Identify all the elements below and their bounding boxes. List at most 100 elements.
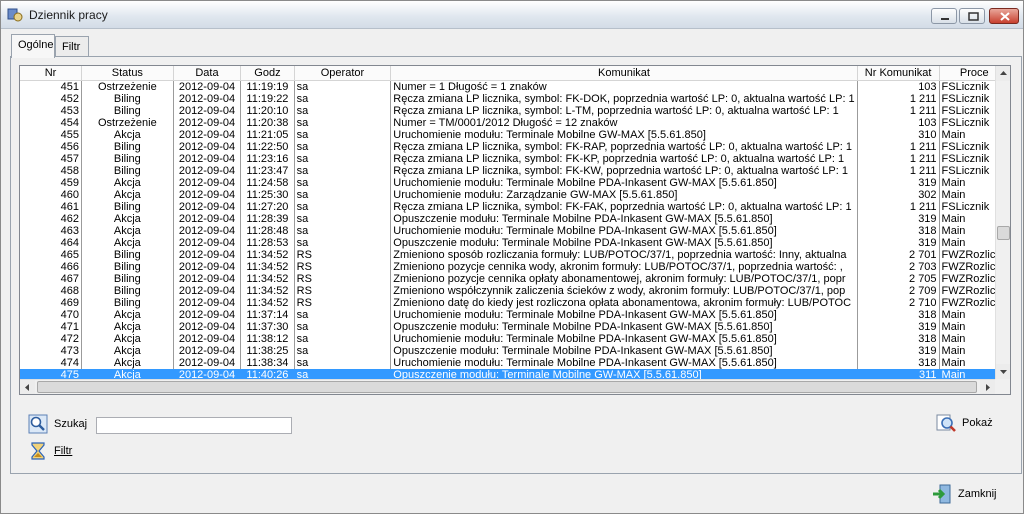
- cell-nr: 451: [20, 80, 82, 93]
- cell-data: 2012-09-04: [173, 224, 242, 237]
- col-nr[interactable]: Nr: [20, 66, 82, 81]
- col-operator[interactable]: Operator: [294, 66, 392, 81]
- vertical-scroll-thumb[interactable]: [997, 226, 1010, 240]
- cell-status: Akcja: [81, 344, 174, 357]
- cell-data: 2012-09-04: [173, 308, 242, 321]
- table-row[interactable]: 466 Biling 2012-09-04 11:34:52 RS Zmieniono p…: [20, 260, 1010, 273]
- show-label: Pokaż: [962, 417, 993, 429]
- cell-godz: 11:34:52: [240, 284, 295, 297]
- tab-filtr-label: Filtr: [62, 41, 81, 53]
- cell-godz: 11:20:10: [240, 104, 295, 117]
- close-window-button[interactable]: [989, 8, 1019, 24]
- search-label: Szukaj: [54, 418, 88, 430]
- col-status[interactable]: Status: [81, 66, 174, 81]
- cell-nr-komunikat: 2 710: [857, 296, 940, 309]
- close-label: Zamknij: [958, 488, 997, 500]
- table-row[interactable]: 470 Akcja 2012-09-04 11:37:14 sa Uruchomienie…: [20, 308, 1010, 321]
- cell-nr-komunikat: 318: [857, 308, 940, 321]
- cell-operator: RS: [294, 248, 392, 261]
- cell-operator: sa: [294, 92, 392, 105]
- table-row[interactable]: 461 Biling 2012-09-04 11:27:20 sa Ręcza zmian…: [20, 200, 1010, 213]
- table-row[interactable]: 455 Akcja 2012-09-04 11:21:05 sa Uruchomienie…: [20, 128, 1010, 141]
- cell-data: 2012-09-04: [173, 116, 242, 129]
- cell-godz: 11:19:19: [240, 80, 295, 93]
- cell-data: 2012-09-04: [173, 104, 242, 117]
- horizontal-scroll-thumb[interactable]: [37, 381, 977, 393]
- cell-godz: 11:28:48: [240, 224, 295, 237]
- filter-button[interactable]: Filtr: [28, 441, 72, 461]
- cell-operator: RS: [294, 284, 392, 297]
- col-komunikat[interactable]: Komunikat: [390, 66, 858, 81]
- scroll-right-button[interactable]: [980, 380, 995, 394]
- cell-data: 2012-09-04: [173, 128, 242, 141]
- cell-nr-komunikat: 319: [857, 344, 940, 357]
- scroll-left-button[interactable]: [20, 380, 35, 394]
- cell-status: Biling: [81, 164, 174, 177]
- table-row[interactable]: 471 Akcja 2012-09-04 11:37:30 sa Opuszczenie …: [20, 320, 1010, 333]
- table-row[interactable]: 473 Akcja 2012-09-04 11:38:25 sa Opuszczenie …: [20, 344, 1010, 357]
- cell-operator: sa: [294, 80, 392, 93]
- cell-data: 2012-09-04: [173, 296, 242, 309]
- scroll-down-button[interactable]: [996, 364, 1010, 379]
- table-row[interactable]: 459 Akcja 2012-09-04 11:24:58 sa Uruchomienie…: [20, 176, 1010, 189]
- cell-komunikat: Opuszczenie modułu: Terminale Mobilne PD…: [390, 236, 858, 249]
- search-button[interactable]: Szukaj: [28, 414, 87, 434]
- cell-godz: 11:37:14: [240, 308, 295, 321]
- table-row[interactable]: 462 Akcja 2012-09-04 11:28:39 sa Opuszczenie …: [20, 212, 1010, 225]
- table-row[interactable]: 465 Biling 2012-09-04 11:34:52 RS Zmieniono s…: [20, 248, 1010, 261]
- cell-komunikat: Opuszczenie modułu: Terminale Mobilne PD…: [390, 212, 858, 225]
- cell-data: 2012-09-04: [173, 356, 242, 369]
- show-button[interactable]: Pokaż: [935, 412, 993, 434]
- minimize-button[interactable]: [931, 8, 957, 24]
- cell-komunikat: Numer = 1 Długość = 1 znaków: [390, 80, 858, 93]
- table-row[interactable]: 454 Ostrzeżenie 2012-09-04 11:20:38 sa Numer …: [20, 116, 1010, 129]
- cell-operator: sa: [294, 332, 392, 345]
- log-grid[interactable]: Nr Status Data Godz Operator Komunikat N…: [19, 65, 1011, 395]
- cell-status: Akcja: [81, 188, 174, 201]
- title-bar[interactable]: Dziennik pracy: [1, 1, 1023, 29]
- close-button[interactable]: Zamknij: [931, 483, 997, 505]
- col-data[interactable]: Data: [173, 66, 242, 81]
- table-row[interactable]: 474 Akcja 2012-09-04 11:38:34 sa Uruchomienie…: [20, 356, 1010, 369]
- cell-nr-komunikat: 310: [857, 128, 940, 141]
- table-row[interactable]: 472 Akcja 2012-09-04 11:38:12 sa Uruchomienie…: [20, 332, 1010, 345]
- table-row[interactable]: 456 Biling 2012-09-04 11:22:50 sa Ręcza zmian…: [20, 140, 1010, 153]
- cell-data: 2012-09-04: [173, 284, 242, 297]
- table-row[interactable]: 460 Akcja 2012-09-04 11:25:30 sa Uruchomienie…: [20, 188, 1010, 201]
- cell-godz: 11:19:22: [240, 92, 295, 105]
- arrow-up-icon: [1000, 71, 1007, 75]
- table-row[interactable]: 464 Akcja 2012-09-04 11:28:53 sa Opuszczenie …: [20, 236, 1010, 249]
- cell-status: Biling: [81, 260, 174, 273]
- col-nr-komunikat[interactable]: Nr Komunikat: [857, 66, 940, 81]
- table-row[interactable]: 452 Biling 2012-09-04 11:19:22 sa Ręcza zmian…: [20, 92, 1010, 105]
- cell-godz: 11:27:20: [240, 200, 295, 213]
- table-row[interactable]: 468 Biling 2012-09-04 11:34:52 RS Zmieniono w…: [20, 284, 1010, 297]
- table-row[interactable]: 463 Akcja 2012-09-04 11:28:48 sa Uruchomienie…: [20, 224, 1010, 237]
- cell-nr-komunikat: 2 709: [857, 284, 940, 297]
- cell-status: Ostrzeżenie: [81, 80, 174, 93]
- hourglass-icon: [31, 442, 45, 460]
- table-row[interactable]: 458 Biling 2012-09-04 11:23:47 sa Ręcza zmian…: [20, 164, 1010, 177]
- cell-komunikat: Opuszczenie modułu: Terminale Mobilne PD…: [390, 320, 858, 333]
- col-godz[interactable]: Godz: [240, 66, 295, 81]
- cell-nr-komunikat: 1 211: [857, 164, 940, 177]
- search-input[interactable]: [96, 417, 292, 434]
- cell-status: Ostrzeżenie: [81, 116, 174, 129]
- scroll-up-button[interactable]: [996, 66, 1010, 81]
- horizontal-scrollbar[interactable]: [20, 379, 995, 394]
- cell-operator: RS: [294, 260, 392, 273]
- cell-nr-komunikat: 2 705: [857, 272, 940, 285]
- cell-godz: 11:34:52: [240, 272, 295, 285]
- table-row[interactable]: 451 Ostrzeżenie 2012-09-04 11:19:19 sa Numer …: [20, 80, 1010, 93]
- table-row[interactable]: 453 Biling 2012-09-04 11:20:10 sa Ręcza zmian…: [20, 104, 1010, 117]
- table-row[interactable]: 467 Biling 2012-09-04 11:34:52 RS Zmieniono p…: [20, 272, 1010, 285]
- tab-ogolne[interactable]: Ogólne: [11, 34, 55, 58]
- tab-filtr[interactable]: Filtr: [55, 36, 89, 57]
- vertical-scrollbar[interactable]: [995, 66, 1010, 379]
- table-row[interactable]: 457 Biling 2012-09-04 11:23:16 sa Ręcza zmian…: [20, 152, 1010, 165]
- cell-komunikat: Ręcza zmiana LP licznika, symbol: FK-KP,…: [390, 152, 858, 165]
- maximize-button[interactable]: [959, 8, 985, 24]
- cell-status: Akcja: [81, 332, 174, 345]
- table-row[interactable]: 469 Biling 2012-09-04 11:34:52 RS Zmieniono d…: [20, 296, 1010, 309]
- cell-nr: 464: [20, 236, 82, 249]
